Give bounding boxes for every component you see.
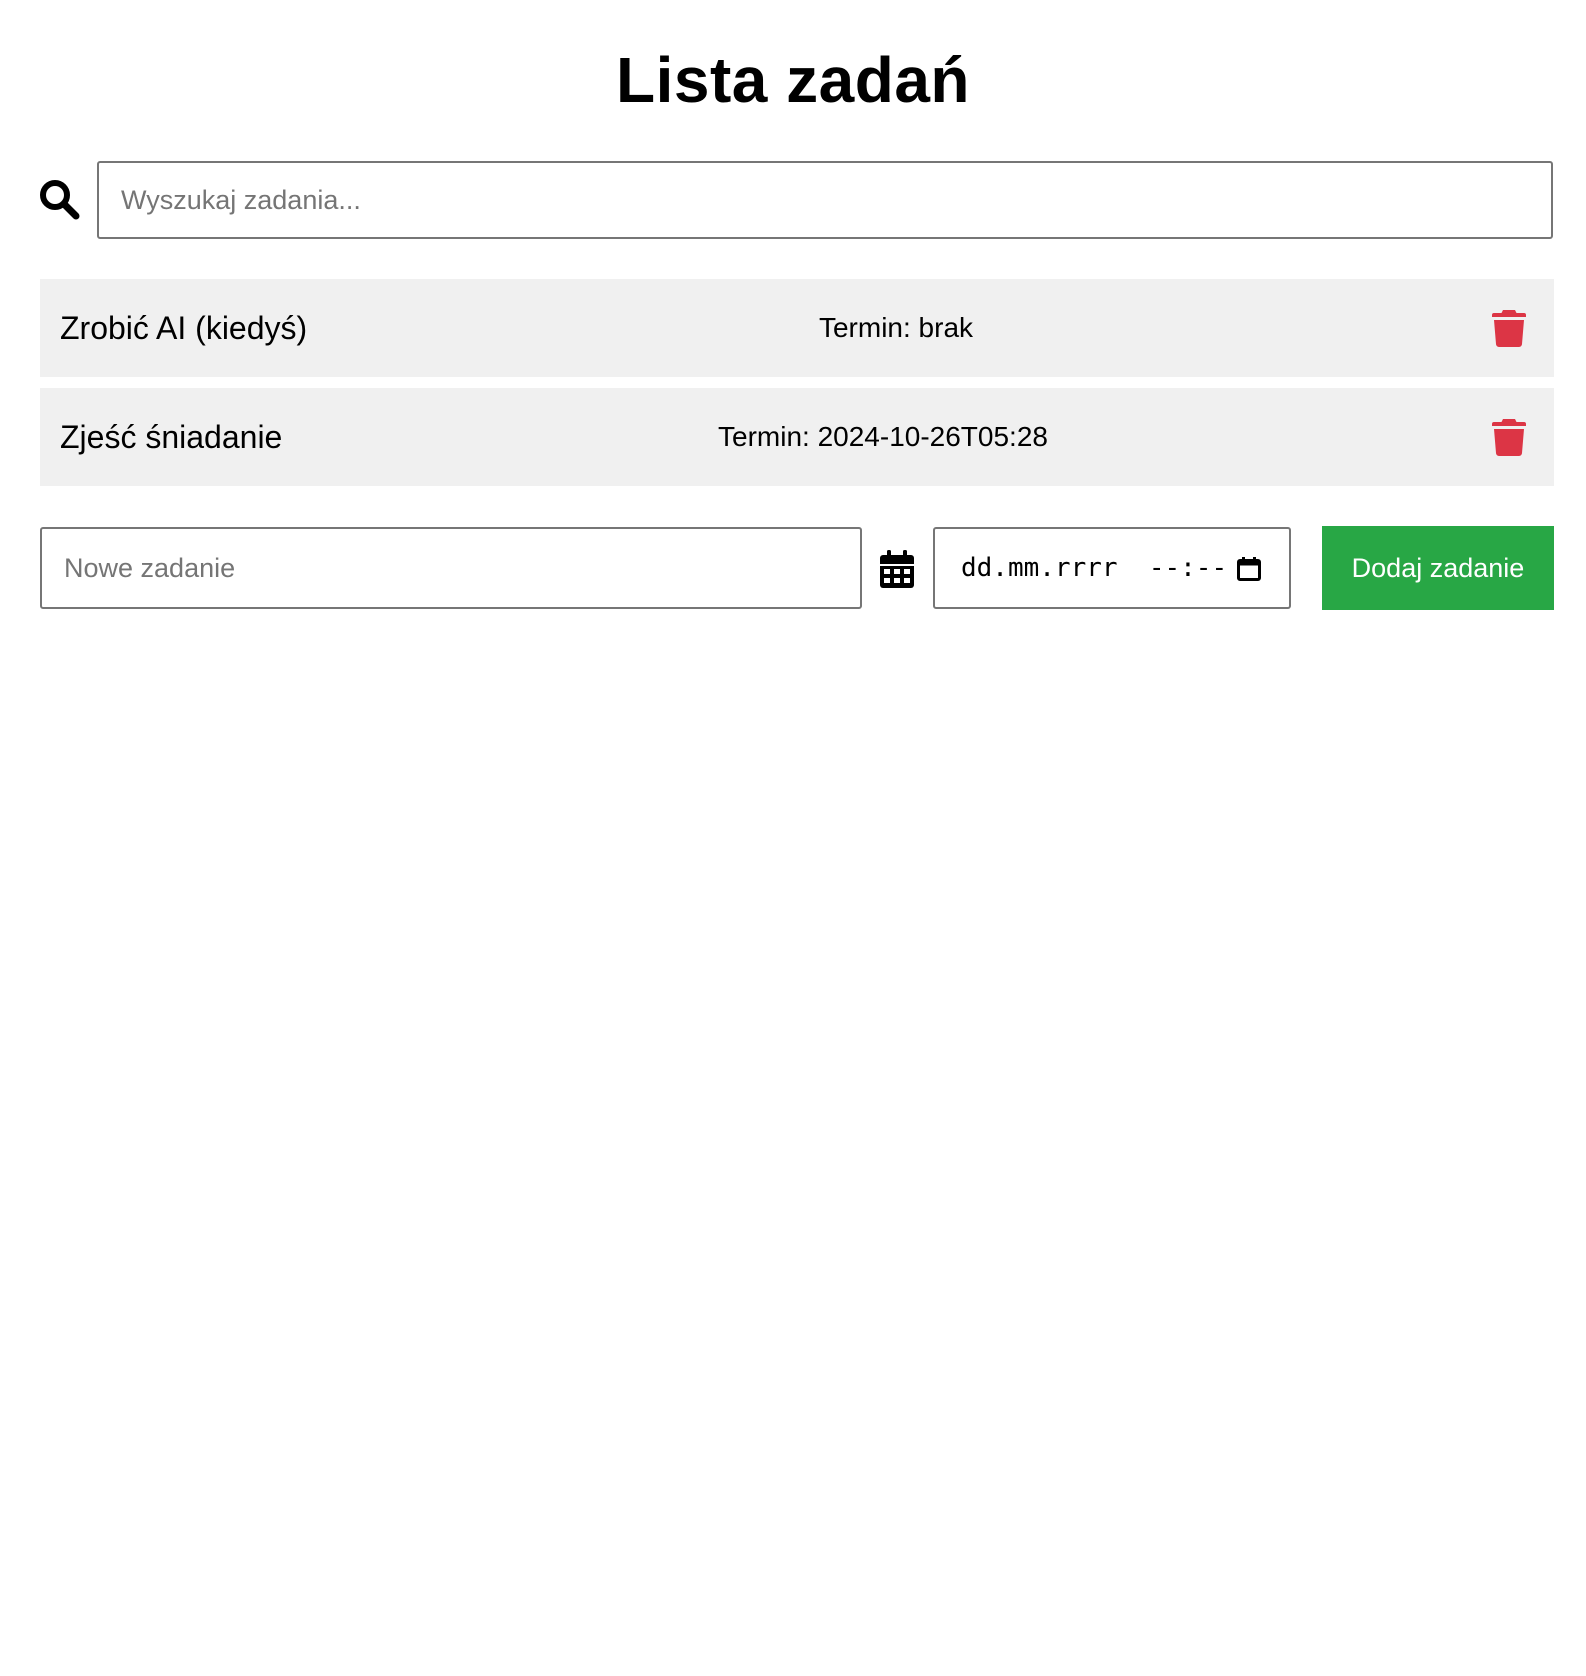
task-deadline: Termin: brak: [818, 312, 974, 343]
trash-icon: [1492, 310, 1526, 347]
page-title: Lista zadań: [615, 44, 971, 116]
delete-task-button[interactable]: [1492, 418, 1526, 456]
todo-app: Lista zadań Zrobić AI (kiedyś) Termin: b…: [0, 0, 1586, 1676]
search-input[interactable]: [97, 161, 1553, 239]
task-name: Zjeść śniadanie: [60, 419, 283, 455]
trash-icon: [1492, 419, 1526, 456]
task-deadline: Termin: 2024-10-26T05:28: [718, 421, 1048, 452]
task-row: Zjeść śniadanie Termin: 2024-10-26T05:28: [40, 388, 1554, 486]
deadline-datetime-input[interactable]: dd.mm.rrrr --:--: [933, 527, 1291, 609]
datetime-placeholder: dd.mm.rrrr --:--: [961, 553, 1228, 583]
add-task-button[interactable]: Dodaj zadanie: [1322, 526, 1554, 610]
task-name: Zrobić AI (kiedyś): [60, 310, 308, 346]
delete-task-button[interactable]: [1492, 309, 1526, 347]
search-icon: [40, 180, 80, 220]
new-task-input[interactable]: [40, 527, 862, 609]
date-picker-icon[interactable]: [1237, 557, 1261, 581]
calendar-icon: [880, 550, 914, 588]
task-row: Zrobić AI (kiedyś) Termin: brak: [40, 279, 1554, 377]
